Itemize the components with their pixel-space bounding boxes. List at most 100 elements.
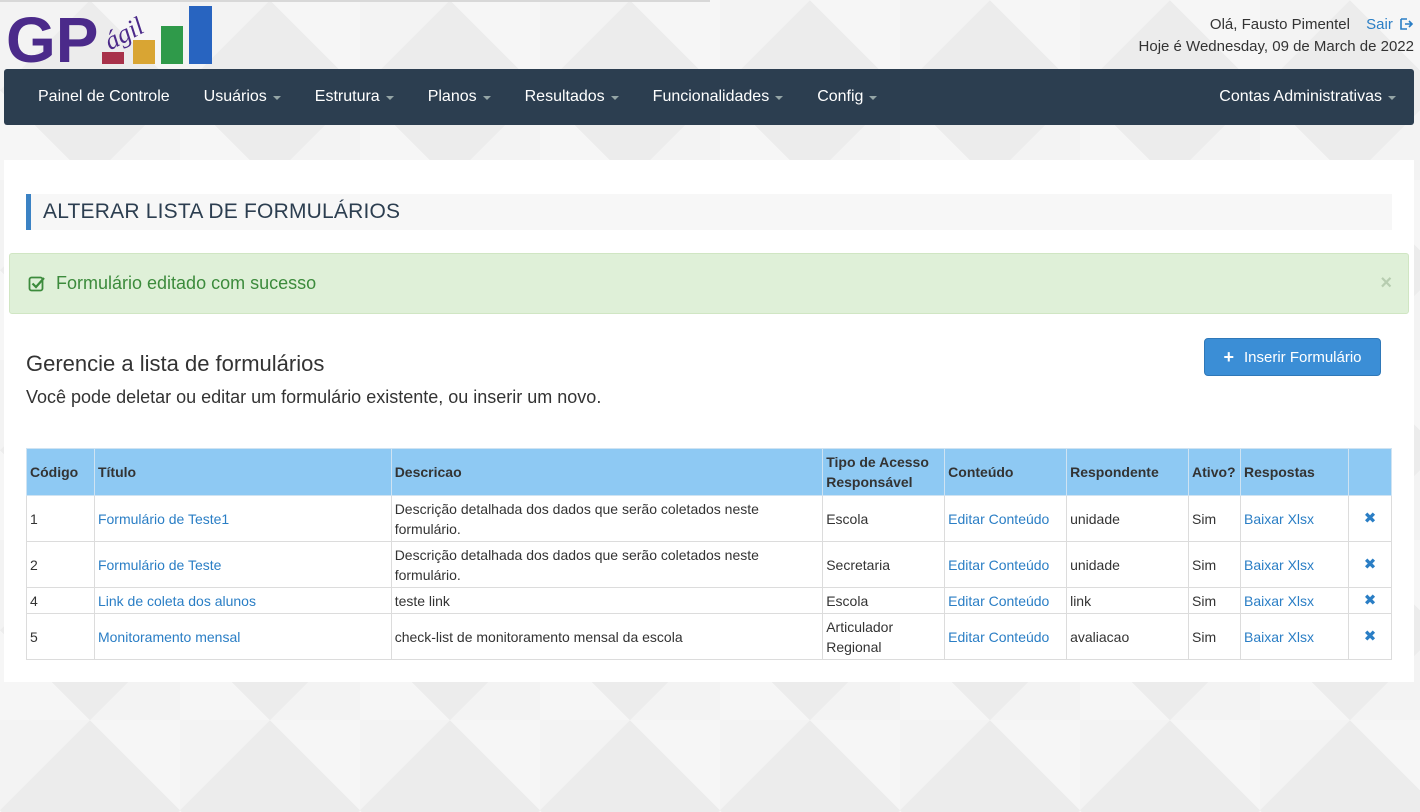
- top-header: GP ágil Olá, Fausto Pimentel Sair Hoje é…: [0, 0, 1420, 68]
- table-row: 1 Formulário de Teste1 Descrição detalha…: [26, 495, 1393, 542]
- cell-tipo: Escola: [822, 587, 946, 614]
- download-xlsx-link[interactable]: Baixar Xlsx: [1244, 557, 1314, 573]
- form-title-link[interactable]: Link de coleta dos alunos: [98, 593, 256, 609]
- form-title-link[interactable]: Formulário de Teste: [98, 557, 221, 573]
- edit-content-link[interactable]: Editar Conteúdo: [948, 593, 1049, 609]
- section-heading: Gerencie a lista de formulários: [26, 351, 325, 376]
- cell-titulo: Monitoramento mensal: [93, 613, 392, 660]
- caret-down-icon: [610, 96, 619, 100]
- page-title: ALTERAR LISTA DE FORMULÁRIOS: [26, 194, 1392, 230]
- col-respostas[interactable]: Respostas: [1240, 448, 1349, 496]
- logout-link[interactable]: Sair: [1366, 16, 1414, 33]
- col-tipo-acesso[interactable]: Tipo de Acesso Responsável: [822, 448, 946, 496]
- cell-ativo: Sim: [1188, 613, 1242, 660]
- nav-usuarios[interactable]: Usuários: [187, 69, 298, 125]
- insert-form-button[interactable]: + Inserir Formulário: [1204, 338, 1381, 376]
- cell-codigo: 2: [26, 541, 95, 588]
- table-row: 5 Monitoramento mensal check-list de mon…: [26, 613, 1393, 660]
- col-codigo[interactable]: Código: [26, 448, 95, 496]
- cell-tipo: Articulador Regional: [822, 613, 946, 660]
- user-info: Olá, Fausto Pimentel Sair Hoje é Wednesd…: [1139, 14, 1414, 58]
- edit-content-link[interactable]: Editar Conteúdo: [948, 557, 1049, 573]
- gp-agil-logo[interactable]: GP ágil: [6, 4, 218, 68]
- close-alert-icon[interactable]: ×: [1380, 272, 1392, 295]
- caret-down-icon: [272, 96, 281, 100]
- nav-config[interactable]: Config: [800, 69, 894, 125]
- cell-tipo: Secretaria: [822, 541, 946, 588]
- cell-respondente: link: [1066, 587, 1190, 614]
- cell-titulo: Formulário de Teste: [93, 541, 392, 588]
- nav-funcionalidades[interactable]: Funcionalidades: [636, 69, 801, 125]
- caret-down-icon: [482, 96, 491, 100]
- user-greeting: Olá, Fausto Pimentel: [1209, 16, 1350, 33]
- download-xlsx-link[interactable]: Baixar Xlsx: [1244, 593, 1314, 609]
- logout-label[interactable]: Sair: [1366, 16, 1393, 33]
- cell-descricao: check-list de monitoramento mensal da es…: [390, 613, 824, 660]
- cell-codigo: 1: [26, 495, 95, 542]
- insert-form-label[interactable]: Inserir Formulário: [1244, 349, 1362, 366]
- table-row: 4 Link de coleta dos alunos teste link E…: [26, 587, 1393, 614]
- cell-conteudo: Editar Conteúdo: [944, 495, 1068, 542]
- cell-conteudo: Editar Conteúdo: [944, 587, 1068, 614]
- download-xlsx-link[interactable]: Baixar Xlsx: [1244, 511, 1314, 527]
- col-respondente[interactable]: Respondente: [1066, 448, 1190, 496]
- nav-painel-de-controle[interactable]: Painel de Controle: [4, 69, 187, 125]
- caret-down-icon: [869, 96, 878, 100]
- cell-ativo: Sim: [1188, 587, 1242, 614]
- cell-ativo: Sim: [1188, 541, 1242, 588]
- cell-descricao: teste link: [390, 587, 824, 614]
- sign-out-icon[interactable]: [1400, 18, 1414, 30]
- plus-icon: +: [1223, 347, 1234, 367]
- download-xlsx-link[interactable]: Baixar Xlsx: [1244, 629, 1314, 645]
- caret-down-icon: [775, 96, 784, 100]
- delete-x-icon[interactable]: ✖: [1347, 495, 1393, 542]
- caret-down-icon: [1388, 96, 1396, 100]
- delete-x-icon[interactable]: ✖: [1347, 613, 1393, 660]
- cell-descricao: Descrição detalhada dos dados que serão …: [390, 541, 824, 588]
- success-alert: Formulário editado com sucesso ×: [9, 253, 1409, 314]
- delete-x-icon[interactable]: ✖: [1347, 541, 1393, 588]
- cell-respondente: unidade: [1066, 541, 1190, 588]
- forms-table: Código Título Descricao Tipo de Acesso R…: [26, 448, 1393, 660]
- section-subheading: Você pode deletar ou editar um formulári…: [26, 387, 602, 407]
- col-ativo[interactable]: Ativo?: [1188, 448, 1242, 496]
- logo-text: GP: [6, 4, 98, 68]
- today-date: Hoje é Wednesday, 09 de March de 2022: [1138, 38, 1414, 55]
- top-divider: [0, 0, 710, 2]
- edit-content-link[interactable]: Editar Conteúdo: [948, 511, 1049, 527]
- logo-bar-blue: [189, 6, 212, 64]
- cell-descricao: Descrição detalhada dos dados que serão …: [390, 495, 824, 542]
- cell-respostas: Baixar Xlsx: [1240, 613, 1349, 660]
- nav-contas-administrativas[interactable]: Contas Administrativas: [1202, 69, 1414, 125]
- nav-planos[interactable]: Planos: [411, 69, 508, 125]
- cell-respondente: unidade: [1066, 495, 1190, 542]
- cell-respostas: Baixar Xlsx: [1240, 541, 1349, 588]
- form-title-link[interactable]: Monitoramento mensal: [98, 629, 240, 645]
- logo-bar-yellow: [133, 40, 155, 64]
- delete-x-icon[interactable]: ✖: [1347, 587, 1393, 614]
- col-titulo[interactable]: Título: [93, 448, 392, 496]
- cell-tipo: Escola: [822, 495, 946, 542]
- form-title-link[interactable]: Formulário de Teste1: [98, 511, 229, 527]
- nav-resultados[interactable]: Resultados: [508, 69, 636, 125]
- cell-conteudo: Editar Conteúdo: [944, 613, 1068, 660]
- cell-titulo: Link de coleta dos alunos: [93, 587, 392, 614]
- cell-conteudo: Editar Conteúdo: [944, 541, 1068, 588]
- cell-codigo: 4: [26, 587, 95, 614]
- table-header-row: Código Título Descricao Tipo de Acesso R…: [26, 448, 1393, 496]
- cell-respostas: Baixar Xlsx: [1240, 495, 1349, 542]
- cell-codigo: 5: [26, 613, 95, 660]
- cell-respostas: Baixar Xlsx: [1240, 587, 1349, 614]
- col-conteudo[interactable]: Conteúdo: [944, 448, 1068, 496]
- table-row: 2 Formulário de Teste Descrição detalhad…: [26, 541, 1393, 588]
- caret-down-icon: [385, 96, 394, 100]
- edit-content-link[interactable]: Editar Conteúdo: [948, 629, 1049, 645]
- user-line: Olá, Fausto Pimentel Sair: [1139, 14, 1414, 36]
- col-descricao[interactable]: Descricao: [390, 448, 824, 496]
- check-square-icon: [28, 276, 45, 291]
- col-delete: [1347, 448, 1393, 496]
- nav-estrutura[interactable]: Estrutura: [298, 69, 411, 125]
- cell-titulo: Formulário de Teste1: [93, 495, 392, 542]
- alert-message: Formulário editado com sucesso: [56, 273, 317, 293]
- logo-bar-green: [161, 26, 183, 64]
